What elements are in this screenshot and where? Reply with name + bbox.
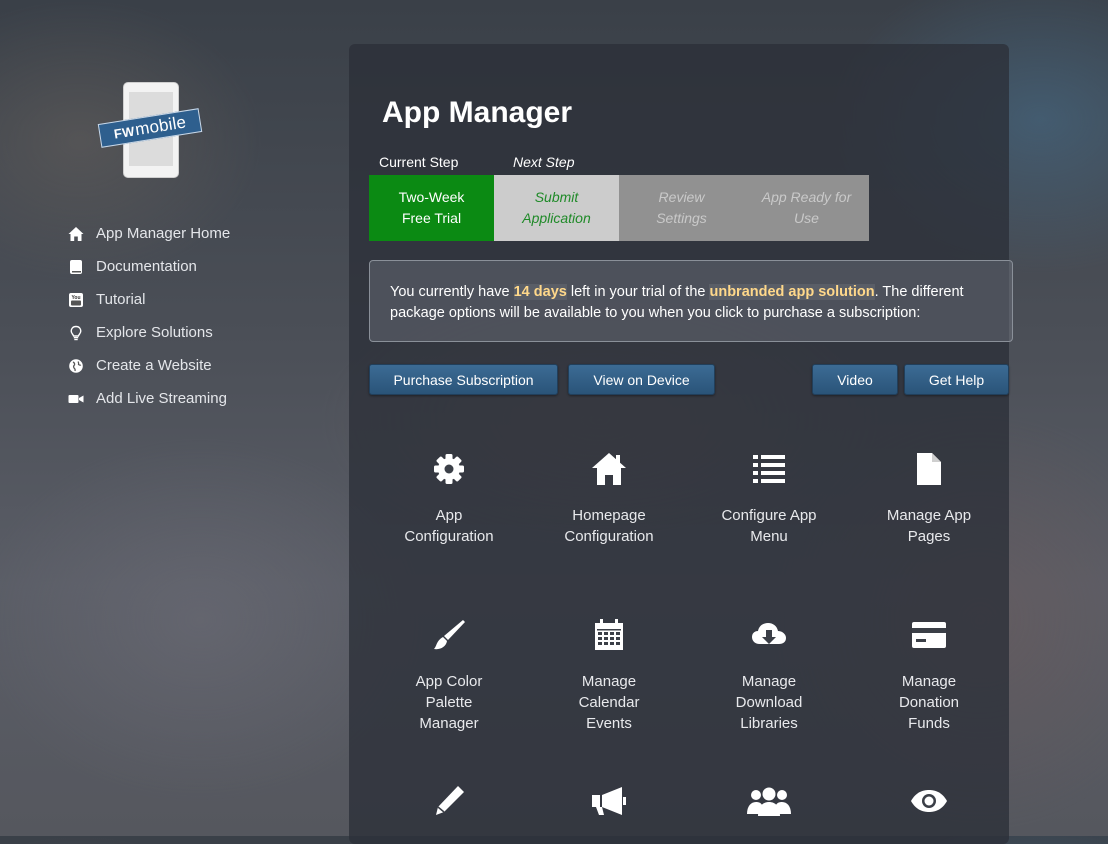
globe-icon — [68, 358, 84, 374]
notice-text: left in your trial of the — [566, 284, 710, 300]
trial-notice: You currently have 14 days left in your … — [369, 260, 1013, 342]
sidebar-item-explore-solutions[interactable]: Explore Solutions — [68, 316, 230, 349]
trial-days-remaining: 14 days — [513, 284, 567, 300]
step-app-ready: App Ready for Use — [744, 175, 869, 241]
sidebar-item-documentation[interactable]: Documentation — [68, 250, 230, 283]
current-step-label: Current Step — [379, 154, 459, 170]
cloud-download-icon — [689, 615, 849, 655]
sidebar-item-create-website[interactable]: Create a Website — [68, 349, 230, 382]
sidebar-item-label: Explore Solutions — [96, 324, 213, 341]
step-line: Submit — [534, 189, 579, 205]
step-line: Two-Week — [398, 189, 465, 205]
pen-icon — [369, 781, 529, 821]
tile-label: Download — [735, 694, 803, 711]
step-review-settings: Review Settings — [619, 175, 744, 241]
svg-text:You: You — [71, 295, 80, 301]
tile-label: Calendar — [578, 694, 640, 711]
tile-manage-app-pages[interactable]: Manage App Pages — [849, 449, 1009, 547]
tile-label: Manage — [581, 673, 637, 690]
trial-product-name: unbranded app solution — [709, 284, 875, 300]
video-button[interactable]: Video — [812, 364, 898, 395]
calendar-icon — [529, 615, 689, 655]
tile-pen[interactable] — [369, 781, 529, 821]
tile-manage-calendar-events[interactable]: Manage Calendar Events — [529, 615, 689, 734]
step-submit-application[interactable]: Submit Application — [494, 175, 619, 241]
progress-steps: Two-Week Free Trial Submit Application Rev… — [369, 175, 869, 241]
tile-label: Donation — [898, 694, 960, 711]
tile-label: Homepage — [572, 507, 646, 524]
get-help-button[interactable]: Get Help — [904, 364, 1009, 395]
page-icon — [849, 449, 1009, 489]
sidebar-item-label: Tutorial — [96, 291, 146, 308]
tile-users[interactable] — [689, 781, 849, 821]
tile-homepage-configuration[interactable]: Homepage Configuration — [529, 449, 689, 547]
home-icon — [68, 226, 84, 242]
tile-label: Configuration — [404, 528, 494, 545]
tile-label: Configure App — [721, 507, 817, 524]
tile-label: Pages — [907, 528, 951, 545]
app-manager-panel: App Manager Current Step Next Step Two-W… — [349, 44, 1013, 844]
tile-label: Events — [586, 715, 632, 732]
tile-app-color-palette-manager[interactable]: App Color Palette Manager — [369, 615, 529, 734]
logo-brand-bold: FW — [112, 123, 136, 142]
sidebar-item-app-manager-home[interactable]: App Manager Home — [68, 217, 230, 250]
page-title: App Manager — [382, 96, 573, 129]
users-icon — [689, 781, 849, 821]
list-icon — [689, 449, 849, 489]
sidebar-nav: App Manager Home Documentation You Tutor… — [68, 217, 230, 415]
tile-manage-donation-funds[interactable]: Manage Donation Funds — [849, 615, 1009, 734]
tile-label: Palette — [425, 694, 473, 711]
step-line: Review — [658, 189, 705, 205]
lightbulb-icon — [68, 325, 84, 341]
purchase-subscription-button[interactable]: Purchase Subscription — [369, 364, 558, 395]
notice-text: You currently have — [390, 284, 514, 300]
next-step-label: Next Step — [513, 154, 575, 170]
megaphone-icon — [529, 781, 689, 821]
tile-label: Manage App — [886, 507, 972, 524]
sidebar-item-tutorial[interactable]: You Tutorial — [68, 283, 230, 316]
tile-label: Manage — [901, 673, 957, 690]
tile-megaphone[interactable] — [529, 781, 689, 821]
book-icon — [68, 259, 84, 275]
tile-label: Configuration — [564, 528, 654, 545]
tile-app-configuration[interactable]: App Configuration — [369, 449, 529, 547]
step-free-trial: Two-Week Free Trial — [369, 175, 494, 241]
sidebar-item-label: Documentation — [96, 258, 197, 275]
tile-label: Manage — [741, 673, 797, 690]
step-line: Application — [522, 210, 591, 226]
step-line: App Ready for — [761, 189, 852, 205]
step-line: Free Trial — [401, 210, 462, 226]
tile-manage-download-libraries[interactable]: Manage Download Libraries — [689, 615, 849, 734]
tile-label: Menu — [750, 528, 788, 545]
eye-icon — [849, 781, 1009, 821]
credit-card-icon — [849, 615, 1009, 655]
sidebar-item-label: Add Live Streaming — [96, 390, 227, 407]
tile-label: App — [435, 507, 463, 524]
step-line: Settings — [656, 210, 707, 226]
tile-eye[interactable] — [849, 781, 1009, 821]
view-on-device-button[interactable]: View on Device — [568, 364, 715, 395]
sidebar-item-label: Create a Website — [96, 357, 212, 374]
gear-icon — [369, 449, 529, 489]
fwmobile-logo: FW mobile — [96, 80, 206, 180]
home-icon — [529, 449, 689, 489]
sidebar-item-label: App Manager Home — [96, 225, 231, 242]
tile-label: App Color — [415, 673, 483, 690]
tile-label: Manager — [419, 715, 479, 732]
youtube-icon: You — [68, 292, 84, 308]
video-camera-icon — [68, 391, 84, 407]
tile-label: Libraries — [740, 715, 798, 732]
step-line: Use — [794, 210, 819, 226]
paintbrush-icon — [369, 615, 529, 655]
tile-configure-app-menu[interactable]: Configure App Menu — [689, 449, 849, 547]
tile-label: Funds — [908, 715, 950, 732]
sidebar-item-live-streaming[interactable]: Add Live Streaming — [68, 382, 230, 415]
logo-brand-rest: mobile — [133, 112, 188, 140]
